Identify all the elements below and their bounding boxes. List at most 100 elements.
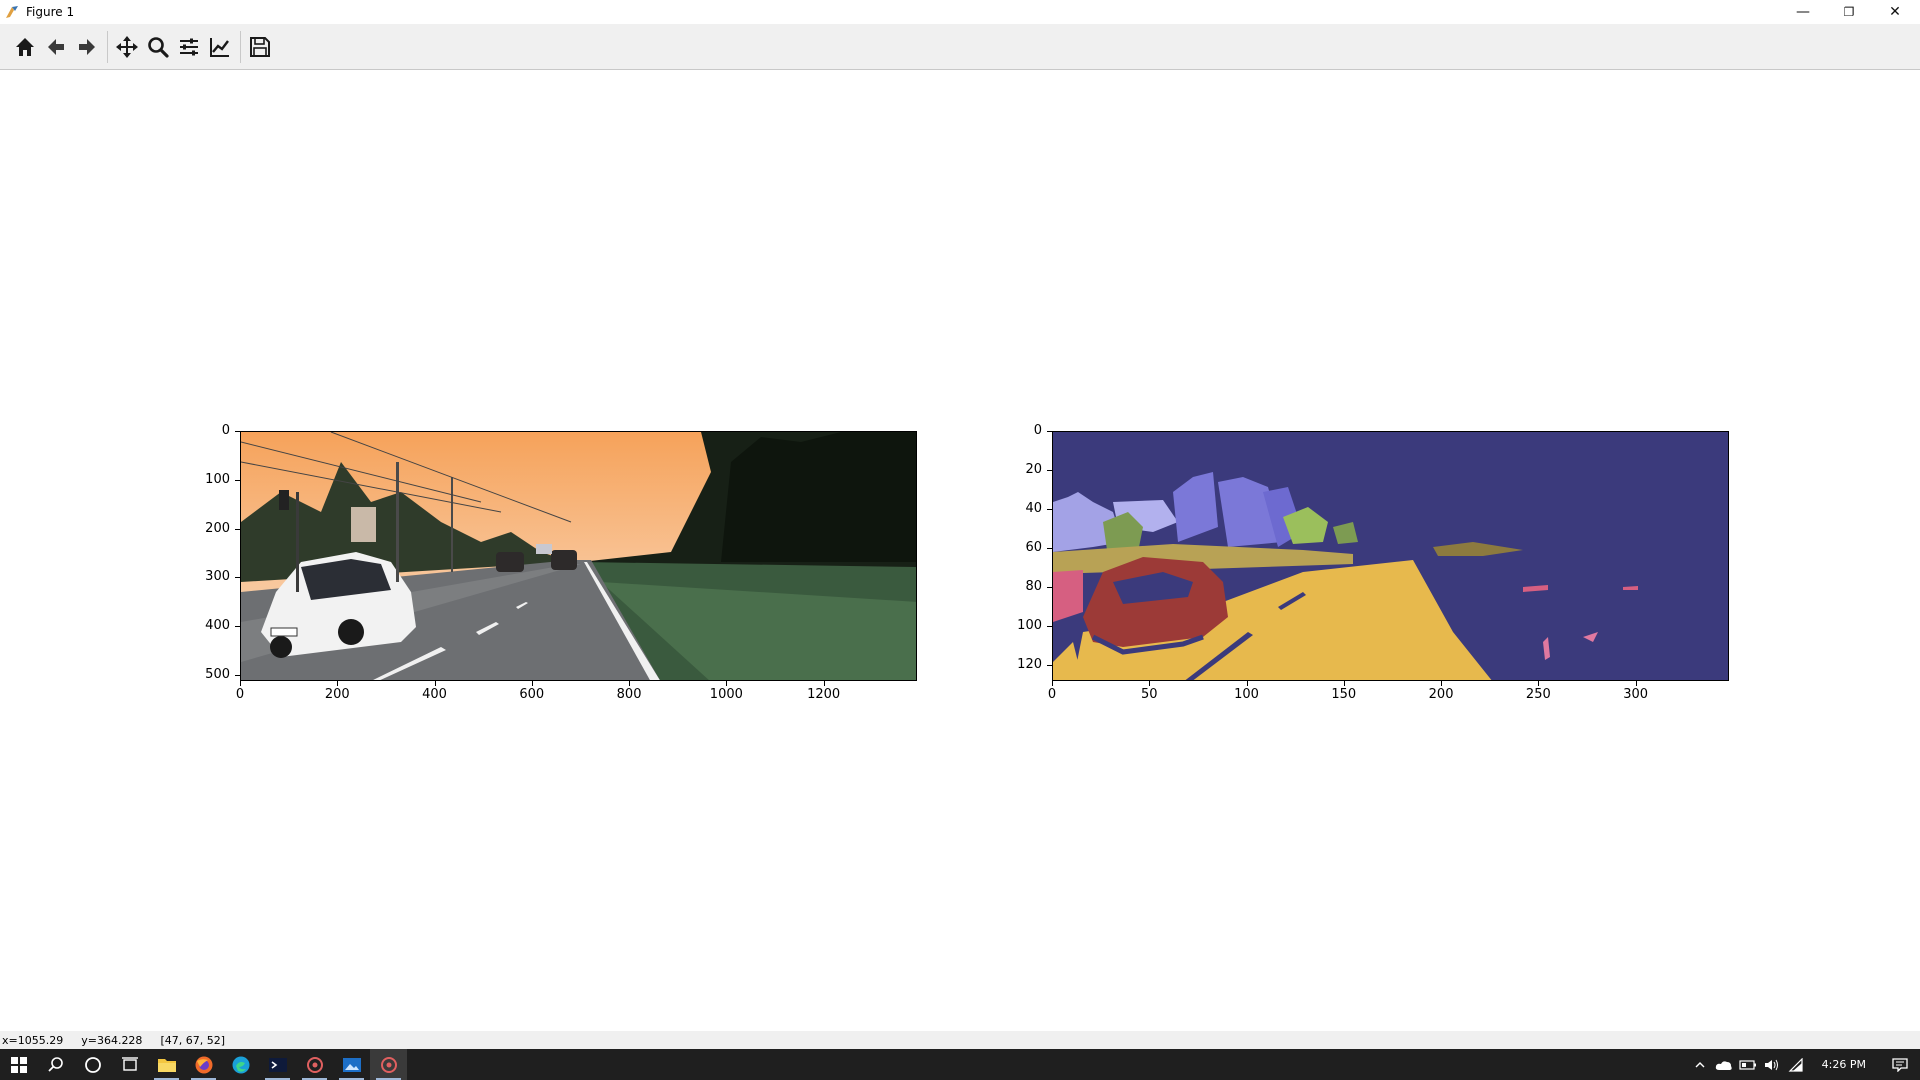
taskbar-app-file-explorer[interactable]	[148, 1049, 185, 1080]
pan-button[interactable]	[112, 32, 142, 62]
edge-icon	[232, 1056, 249, 1073]
x-tick-label: 100	[1234, 687, 1259, 702]
x-tick-label: 250	[1525, 687, 1551, 702]
settings-app-icon	[306, 1056, 323, 1073]
task-view-icon	[121, 1056, 138, 1071]
y-tick-mark	[1047, 626, 1052, 628]
taskbar-app-terminal[interactable]	[259, 1049, 296, 1080]
taskbar-clock[interactable]: 4:26 PM	[1808, 1058, 1880, 1071]
back-button[interactable]	[41, 32, 71, 62]
notifications-icon[interactable]	[1880, 1049, 1920, 1080]
tray-overflow-icon[interactable]	[1688, 1049, 1712, 1080]
cortana-button[interactable]	[74, 1049, 111, 1080]
x-tick-label: 150	[1331, 687, 1357, 702]
forward-button[interactable]	[72, 32, 102, 62]
y-tick-label: 300	[205, 569, 230, 585]
y-tick-label: 500	[205, 667, 230, 683]
y-tick-mark	[1047, 470, 1052, 472]
network-icon[interactable]	[1784, 1049, 1808, 1080]
file-explorer-icon	[157, 1058, 176, 1072]
edit-axes-button[interactable]	[205, 32, 235, 62]
x-tick-mark	[240, 681, 241, 686]
photos-app-icon	[342, 1057, 361, 1072]
y-tick-mark	[235, 431, 240, 432]
x-tick-label: 300	[1623, 687, 1649, 702]
cursor-y-readout: y=364.228	[81, 1033, 143, 1047]
x-tick-mark	[1635, 681, 1637, 686]
firefox-icon	[195, 1056, 212, 1073]
arrow-left-icon	[48, 38, 64, 55]
floppy-icon	[250, 36, 270, 57]
close-button[interactable]: ✕	[1872, 0, 1918, 24]
restore-button[interactable]: ❐	[1826, 0, 1872, 24]
python-figure-icon	[380, 1056, 397, 1073]
home-button[interactable]	[10, 32, 40, 62]
x-tick-label: 200	[324, 687, 350, 702]
minimize-button[interactable]: —	[1780, 0, 1826, 24]
segmentation-axes[interactable]	[1052, 431, 1729, 681]
y-tick-mark	[1047, 548, 1052, 550]
move-icon	[116, 35, 138, 58]
windows-start-icon	[10, 1056, 27, 1073]
cortana-icon	[84, 1056, 101, 1073]
y-tick-mark	[235, 577, 240, 579]
y-tick-label: 200	[205, 520, 230, 536]
x-tick-mark	[1343, 681, 1345, 686]
x-tick-mark	[726, 681, 728, 686]
magnifier-icon	[148, 36, 169, 58]
y-tick-mark	[1047, 587, 1052, 589]
arrow-right-icon	[79, 38, 95, 55]
status-bar: x=1055.29 y=364.228 [47, 67, 52]	[0, 1031, 1920, 1049]
toolbar-separator	[240, 30, 241, 63]
zoom-button[interactable]	[143, 32, 173, 62]
toolbar	[0, 24, 1920, 70]
x-tick-mark	[337, 681, 339, 686]
x-tick-mark	[531, 681, 533, 686]
x-tick-label: 400	[422, 687, 447, 702]
y-tick-label: 20	[1025, 462, 1042, 478]
search-button[interactable]	[37, 1049, 74, 1080]
x-tick-mark	[1052, 681, 1053, 686]
y-tick-mark	[235, 528, 240, 530]
x-tick-label: 1200	[807, 687, 841, 702]
y-tick-mark	[1047, 431, 1052, 432]
taskbar-app-firefox[interactable]	[185, 1049, 222, 1080]
battery-icon[interactable]	[1736, 1049, 1760, 1080]
toolbar-separator	[107, 30, 108, 63]
taskbar-app-python-figure[interactable]	[370, 1049, 407, 1080]
y-tick-mark	[235, 626, 240, 628]
x-tick-label: 0	[1047, 687, 1057, 702]
x-tick-mark	[1538, 681, 1540, 686]
y-tick-label: 60	[1025, 540, 1042, 556]
taskbar: 4:26 PM	[0, 1049, 1920, 1080]
y-tick-label: 100	[205, 471, 230, 487]
cursor-x-readout: x=1055.29	[2, 1033, 64, 1047]
y-tick-mark	[235, 479, 240, 481]
figure-canvas[interactable]: 0 200 400 600 800 1000 1200 0 100 200 300 400 500 0 50…	[0, 71, 1920, 1031]
camera-image-axes[interactable]	[240, 431, 917, 681]
sliders-icon	[180, 38, 198, 55]
start-button[interactable]	[0, 1049, 37, 1080]
home-icon	[16, 37, 34, 56]
save-button[interactable]	[245, 32, 275, 62]
y-tick-label: 100	[1017, 618, 1042, 634]
taskbar-app-edge[interactable]	[222, 1049, 259, 1080]
x-tick-label: 1000	[709, 687, 743, 702]
x-tick-label: 200	[1428, 687, 1454, 702]
pixel-value-readout: [47, 67, 52]	[160, 1033, 225, 1047]
y-tick-mark	[235, 675, 240, 677]
y-tick-mark	[1047, 665, 1052, 667]
configure-subplots-button[interactable]	[174, 32, 204, 62]
onedrive-icon[interactable]	[1712, 1049, 1736, 1080]
taskbar-app-settings[interactable]	[296, 1049, 333, 1080]
system-tray: 4:26 PM	[1688, 1049, 1920, 1080]
taskbar-app-photos[interactable]	[333, 1049, 370, 1080]
x-tick-mark	[1246, 681, 1248, 686]
x-tick-mark	[1441, 681, 1443, 686]
volume-icon[interactable]	[1760, 1049, 1784, 1080]
y-tick-label: 120	[1017, 657, 1042, 673]
segmentation-image	[1053, 432, 1728, 680]
y-tick-label: 0	[221, 423, 230, 438]
y-tick-label: 0	[1033, 423, 1042, 438]
task-view-button[interactable]	[111, 1049, 148, 1080]
